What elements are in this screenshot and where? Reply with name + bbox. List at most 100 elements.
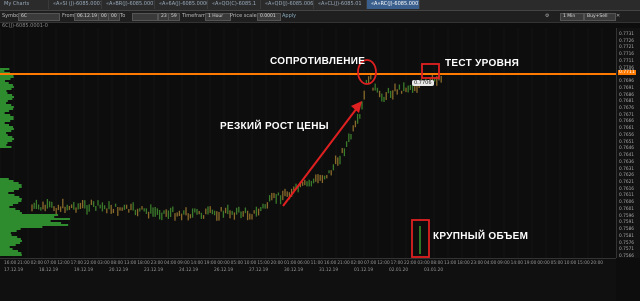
volume-profile-bar — [0, 98, 13, 100]
volume-profile-bar — [0, 198, 22, 200]
from-minute-input[interactable]: 00 — [108, 13, 120, 21]
time-tick-label: 16:00 — [4, 261, 17, 266]
resistance-price-badge: 0.7711 — [618, 70, 636, 75]
volume-profile-bar — [0, 188, 19, 190]
volume-profile-bar — [0, 244, 16, 246]
volume-profile-bar — [0, 212, 22, 214]
settings-icon[interactable]: ⚙ — [545, 13, 549, 20]
current-price-badge: 0.7706 — [412, 80, 434, 86]
to-date-input[interactable] — [132, 13, 158, 21]
tab-chart-qd[interactable]: «A»QD(J)-6085.006 — [261, 0, 314, 9]
time-tick-label: 22:00 — [84, 261, 97, 266]
volume-profile-bar — [0, 130, 12, 132]
close-icon[interactable]: ✕ — [616, 13, 620, 20]
time-tick-label: 20:00 — [590, 261, 604, 266]
volume-profile-bar — [0, 214, 59, 216]
price-tick-label: 0.7601 — [619, 206, 635, 212]
side-select[interactable]: Buy+Sell — [584, 13, 616, 21]
level-test-annotation: ТЕСТ УРОВНЯ — [445, 58, 520, 69]
tab-chart-br[interactable]: «A»BR(J)-6085.0001 — [102, 0, 155, 9]
volume-profile-bar — [0, 232, 11, 234]
to-label: To — [120, 13, 126, 19]
time-tick-label: 19:00 — [524, 261, 537, 266]
time-tick-label: 03:00 — [417, 261, 430, 266]
price-tick-label: 0.7636 — [619, 159, 635, 165]
time-tick-label: 09:00 — [177, 261, 190, 266]
to-minute-input[interactable]: 59 — [168, 13, 180, 21]
time-tick-label: 21:00 — [17, 261, 30, 266]
date-tick-label: 18.12.19 — [39, 268, 59, 273]
price-tick-label: 0.7581 — [619, 233, 635, 239]
price-scale-input[interactable]: 0.0001 — [257, 13, 281, 21]
time-tick-label: 18:00 — [457, 261, 470, 266]
time-tick-label: 00:00 — [537, 261, 550, 266]
time-tick-label: 01:00 — [284, 261, 297, 266]
tab-chart-cl[interactable]: «A»CL(J)-6085.01 — [314, 0, 367, 9]
volume-profile-bar — [0, 226, 43, 228]
volume-profile-bar — [0, 144, 7, 146]
time-tick-label: 08:00 — [430, 261, 444, 266]
volume-profile-bar — [0, 78, 11, 80]
volume-profile-bar — [0, 102, 7, 104]
time-tick-label: 12:00 — [377, 261, 390, 266]
time-tick-label: 13:00 — [124, 261, 137, 266]
time-tick-label: 18:00 — [137, 261, 150, 266]
time-tick-label: 00:00 — [217, 261, 230, 266]
volume-profile-bar — [0, 94, 13, 96]
interval-select[interactable]: 1 Min — [560, 13, 584, 21]
date-tick-label: 30.12.19 — [284, 268, 304, 273]
time-tick-label: 07:00 — [364, 261, 377, 266]
volume-profile-bar — [0, 68, 10, 70]
time-tick-label: 05:00 — [550, 261, 564, 266]
tab-chart-rc[interactable]: «A»RC(J)-6085.0001 — [367, 0, 420, 9]
volume-profile-bar — [0, 90, 7, 92]
time-tick-label: 14:00 — [190, 261, 204, 266]
price-tick-label: 0.7591 — [619, 220, 635, 226]
price-tick-label: 0.7596 — [619, 213, 635, 219]
volume-profile-bar — [0, 236, 18, 238]
tab-chart-qo[interactable]: «A»QO(C)-6085.1 — [208, 0, 261, 9]
volume-profile-bar — [0, 146, 12, 148]
volume-profile-bar — [0, 178, 9, 180]
date-tick-label: 27.12.19 — [249, 268, 269, 273]
resistance-annotation: СОПРОТИВЛЕНИЕ — [270, 56, 366, 67]
price-tick-label: 0.7696 — [619, 79, 635, 85]
volume-profile-bar — [0, 128, 14, 130]
price-axis[interactable]: 0.77310.77260.77210.77160.77110.77060.77… — [616, 28, 640, 259]
time-axis[interactable]: 16:00 21:00 02:00 07:00 12:00 17:00 22:00 03:00… — [0, 258, 616, 301]
price-tick-label: 0.7646 — [619, 146, 635, 152]
tab-chart-6a[interactable]: «A»6A(J)-6085.00001 — [155, 0, 208, 9]
volume-profile-bar — [0, 82, 9, 84]
price-tick-label: 0.7716 — [619, 52, 635, 58]
time-tick-label: 10:00 — [244, 261, 257, 266]
volume-profile-bar — [0, 228, 21, 230]
tab-chart-si[interactable]: «A»SI (J)-6085.0001 — [49, 0, 102, 9]
volume-profile-bar — [0, 230, 17, 232]
tab-my-charts[interactable]: My Charts — [0, 0, 49, 9]
volume-profile-bar — [0, 96, 14, 98]
volume-profile-bar — [0, 190, 14, 192]
price-tick-label: 0.7711 — [619, 58, 635, 64]
volume-profile-bar — [0, 140, 13, 142]
symbol-input[interactable]: 6C — [18, 13, 60, 21]
price-chart[interactable]: СОПРОТИВЛЕНИЕ ТЕСТ УРОВНЯ РЕЗКИЙ РОСТ ЦЕ… — [0, 28, 616, 258]
time-tick-label: 22:00 — [404, 261, 417, 266]
volume-profile-bar — [0, 132, 7, 134]
volume-profile-bar — [0, 196, 20, 198]
price-tick-label: 0.7651 — [619, 139, 635, 145]
price-tick-label: 0.7621 — [619, 180, 635, 185]
volume-profile-bar — [0, 110, 10, 112]
time-tick-label: 12:00 — [57, 261, 70, 266]
from-date-input[interactable]: 06.12.19 — [74, 13, 100, 21]
volume-profile-bar — [0, 220, 51, 222]
time-tick-label: 09:00 — [497, 261, 510, 266]
price-tick-label: 0.7641 — [619, 153, 635, 159]
tab-bar: My Charts «A»SI (J)-6085.0001 «A»BR(J)-6… — [0, 0, 640, 11]
apply-button[interactable]: Apply — [282, 13, 296, 20]
price-tick-label: 0.7726 — [619, 38, 635, 44]
volume-profile-bar — [0, 92, 8, 94]
time-tick-label: 14:00 — [510, 261, 524, 266]
volume-profile-bar — [0, 184, 22, 186]
timeframe-select[interactable]: 1 Hour — [205, 13, 231, 21]
price-tick-label: 0.7606 — [619, 200, 635, 206]
